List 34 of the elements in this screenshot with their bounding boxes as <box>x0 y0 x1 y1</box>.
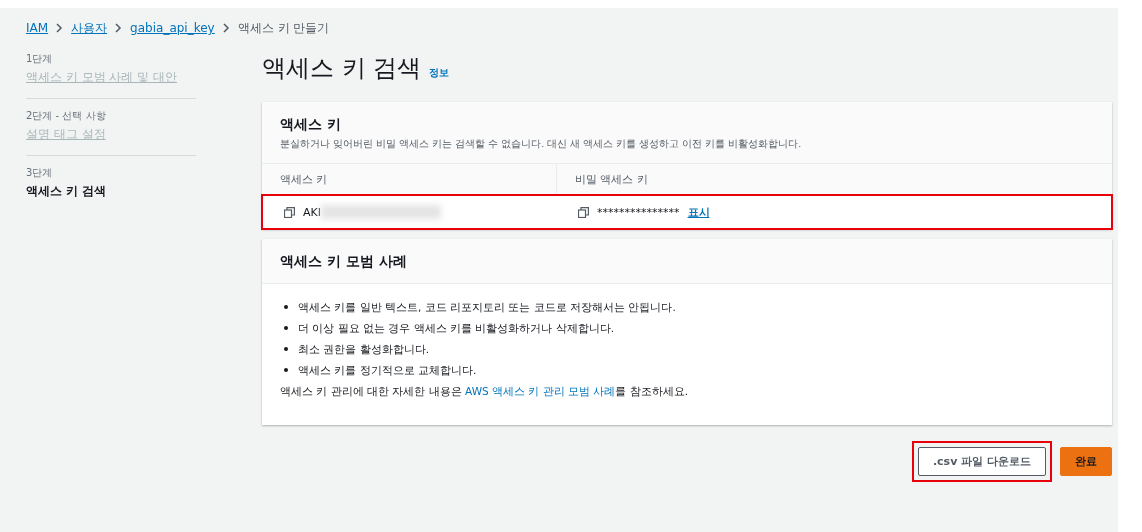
step-number: 2단계 - 선택 사항 <box>26 109 107 123</box>
step-link[interactable]: 액세스 키 검색 <box>26 183 196 200</box>
footer-text: 액세스 키 관리에 대한 자세한 내용은 AWS 액세스 키 관리 모범 사례를 참조하세요. <box>280 385 690 399</box>
list-item: 더 이상 필요 없는 경우 액세스 키를 비활성화하거나 삭제합니다. <box>298 321 615 335</box>
chevron-icon <box>56 23 64 33</box>
copy-icon[interactable] <box>284 206 295 218</box>
chevron-icon <box>222 23 230 33</box>
list-item: 최소 권한을 활성화합니다. <box>298 342 429 356</box>
bullet-icon <box>284 368 288 372</box>
card-title: 액세스 키 모범 사례 <box>280 253 408 271</box>
step-number: 1단계 <box>26 52 54 66</box>
best-practices-link[interactable]: AWS 액세스 키 관리 모범 사례 <box>465 385 616 397</box>
current-page-title: 액세스 키 만들기 <box>237 19 330 37</box>
bullet-icon <box>284 347 288 351</box>
info-link[interactable]: 정보 <box>429 66 450 80</box>
page-title: 액세스 키 검색 <box>262 53 422 84</box>
copy-icon[interactable] <box>578 206 589 218</box>
chevron-icon <box>115 23 123 33</box>
secret-key-value: *************** <box>597 205 680 219</box>
card-title: 액세스 키 <box>280 116 342 134</box>
breadcrumb-link[interactable]: gabia_api_key <box>130 21 215 35</box>
column-header: 액세스 키 <box>279 172 329 188</box>
done-button[interactable]: 완료 <box>1060 447 1112 476</box>
download-button[interactable]: .csv 파일 다운로드 <box>917 447 1046 476</box>
bullet-icon <box>284 305 288 309</box>
access-key-value: AKI <box>303 205 321 219</box>
step-number: 3단계 <box>26 166 54 180</box>
list-item: 액세스 키를 정기적으로 교체합니다. <box>298 363 477 377</box>
bullet-icon <box>284 326 288 330</box>
show-link[interactable]: 표시 <box>687 204 710 220</box>
breadcrumb-link[interactable]: 사용자 <box>71 19 108 37</box>
card-description: 분실하거나 잊어버린 비밀 액세스 키는 검색할 수 없습니다. 대신 새 액세스 키를 생성하고 이전 키를 비활성화합니다. <box>280 138 803 151</box>
list-item: 액세스 키를 일반 텍스트, 코드 리포지토리 또는 코드로 저장해서는 안됩니다. <box>298 300 676 314</box>
breadcrumb-link[interactable]: IAM <box>26 21 49 35</box>
